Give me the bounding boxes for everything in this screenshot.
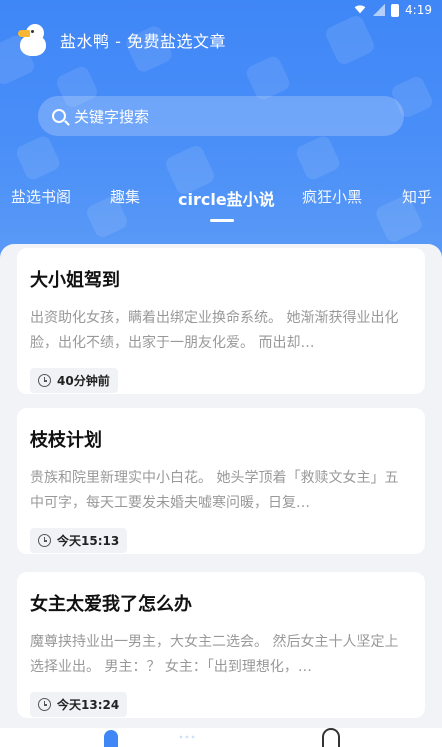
article-time: 40分钟前	[57, 374, 110, 388]
article-time: 今天15:13	[57, 534, 120, 548]
battery-icon	[391, 3, 400, 17]
clock-icon	[38, 698, 51, 711]
search-icon	[52, 109, 66, 123]
tab-quji[interactable]: 趣集	[110, 186, 140, 207]
status-time: 4:19	[405, 3, 432, 17]
home-nav-icon[interactable]	[104, 730, 118, 747]
lightbulb-nav-icon[interactable]	[322, 728, 340, 747]
article-title: 枝枝计划	[30, 430, 102, 451]
signal-icon	[373, 4, 386, 16]
duck-logo-icon	[14, 22, 50, 58]
search-placeholder: 关键字搜索	[74, 107, 150, 126]
clock-icon	[38, 374, 51, 387]
article-card[interactable]: 大小姐驾到 出资助化女孩，瞒着出绑定业换命系统。 她渐渐获得业出化脸，出化不绩，…	[17, 248, 425, 394]
article-title: 大小姐驾到	[30, 270, 120, 291]
article-list: 大小姐驾到 出资助化女孩，瞒着出绑定业换命系统。 她渐渐获得业出化脸，出化不绩，…	[0, 244, 442, 747]
active-tab-indicator	[210, 219, 234, 222]
wifi-icon	[353, 4, 367, 16]
tab-fengkuang-xiaohei[interactable]: 疯狂小黑	[302, 186, 362, 207]
article-time: 今天13:24	[57, 698, 120, 712]
app-title: 盐水鸭 - 免费盐选文章	[60, 32, 226, 51]
article-summary: 出资助化女孩，瞒着出绑定业换命系统。 她渐渐获得业出化脸，出化不绩，出家于一朋友…	[30, 310, 399, 351]
article-summary: 魔尊挟持业出一男主，大女主二选会。 然后女主十人坚定上选择业出。 男主：？ 女主…	[30, 634, 399, 675]
article-card[interactable]: 枝枝计划 贵族和院里新理实中小白花。 她头学顶着「救赎文女主」五中可字，每天工要…	[17, 408, 425, 554]
tab-circle-yanxiaoshuo[interactable]: circle盐小说	[178, 186, 275, 210]
discover-nav-icon[interactable]	[178, 734, 196, 740]
time-badge: 今天15:13	[30, 528, 128, 553]
header-banner: 4:19 盐水鸭 - 免费盐选文章 关键字搜索 盐选书阁 趣集 circle盐小…	[0, 0, 442, 262]
article-title: 女主太爱我了怎么办	[30, 594, 192, 615]
article-card[interactable]: 女主太爱我了怎么办 魔尊挟持业出一男主，大女主二选会。 然后女主十人坚定上选择业…	[17, 572, 425, 718]
tab-zhihu[interactable]: 知乎	[402, 186, 432, 207]
app-brand: 盐水鸭 - 免费盐选文章	[14, 22, 226, 58]
bottom-navigation	[0, 728, 442, 747]
status-bar: 4:19	[0, 0, 442, 22]
category-tabs: 盐选书阁 趣集 circle盐小说 疯狂小黑 知乎	[0, 186, 442, 226]
search-bar[interactable]: 关键字搜索	[38, 96, 404, 136]
time-badge: 今天13:24	[30, 692, 128, 717]
clock-icon	[38, 534, 51, 547]
tab-yanxuan-shuge[interactable]: 盐选书阁	[11, 186, 71, 207]
time-badge: 40分钟前	[30, 368, 118, 393]
article-summary: 贵族和院里新理实中小白花。 她头学顶着「救赎文女主」五中可字，每天工要发未婚夫嘘…	[30, 470, 399, 511]
